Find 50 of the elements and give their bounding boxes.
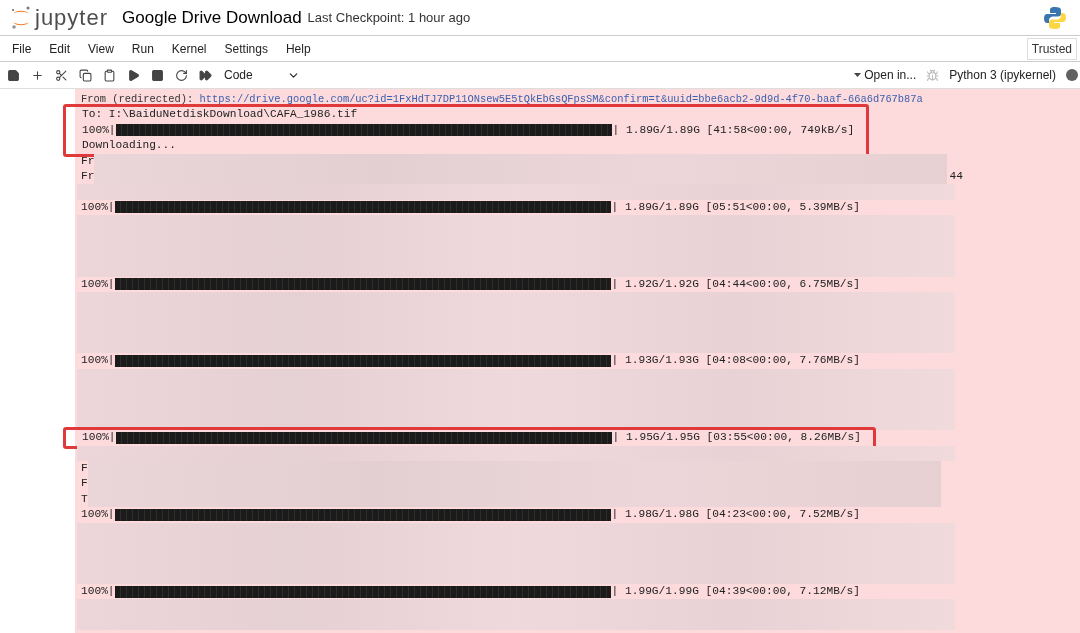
- progress-stats: | 1.92G/1.92G [04:44<00:00, 6.75MB/s]: [611, 276, 860, 292]
- fast-forward-icon[interactable]: [199, 68, 212, 82]
- progress-stats: | 1.95G/1.95G [03:55<00:00, 8.26MB/s]: [612, 430, 861, 446]
- output-line: To: I:\BaiduNetdiskDownload\CAFA_1986.tif: [82, 108, 358, 121]
- jupyter-logo-icon: [10, 4, 32, 31]
- open-in-button[interactable]: Open in...: [854, 66, 917, 84]
- save-icon[interactable]: [7, 68, 20, 82]
- output-line: From (redirected): https://drive.google.com/uc?id=1FxHdTJ7DP11ONsew5E5tQkEbGsQFpsSM&confirm=t&uuid=bbe6acb2-9d9d-4f70-baaf-66a6d767b87a: [81, 93, 923, 105]
- menu-item[interactable]: View: [79, 39, 123, 58]
- menu-item[interactable]: Help: [276, 39, 320, 58]
- progress-percent: 100%|: [81, 507, 115, 523]
- copy-icon[interactable]: [79, 68, 92, 82]
- output-line: Downloading...: [82, 139, 176, 152]
- progress-percent: 100%|: [82, 430, 116, 446]
- menu-item[interactable]: Settings: [215, 39, 277, 58]
- output-line: F: [81, 476, 88, 492]
- output-line: F: [81, 461, 88, 476]
- progress-percent: 100%|: [81, 199, 115, 215]
- stop-icon[interactable]: [151, 68, 164, 82]
- menu-item[interactable]: Edit: [40, 39, 80, 58]
- progress-percent: 100%|: [81, 276, 115, 292]
- clipboard-icon[interactable]: [103, 68, 116, 82]
- restart-icon[interactable]: [175, 68, 188, 82]
- drive-link[interactable]: https://drive.google.com/uc?id=1FxHdTJ7DP11ONsew5E5tQkEbGsQFpsSM&confirm=t&uuid=bbe6acb2-9d9d-4f70-baaf-66a6d767b87a: [199, 93, 923, 105]
- progress-stats: | 1.89G/1.89G [41:58<00:00, 749kB/s]: [612, 122, 855, 138]
- cell-type-select[interactable]: Code: [224, 66, 300, 84]
- output-line: 44: [949, 168, 963, 184]
- notebook-title[interactable]: Google Drive Download: [122, 4, 302, 31]
- output-line: Fr: [81, 153, 95, 169]
- scissors-icon[interactable]: [55, 68, 68, 82]
- progress-percent: 100%|: [81, 584, 115, 599]
- output-line: T: [81, 491, 88, 507]
- progress-stats: | 1.89G/1.89G [05:51<00:00, 5.39MB/s]: [611, 199, 860, 215]
- play-icon[interactable]: [127, 68, 140, 82]
- plus-icon[interactable]: [31, 68, 44, 82]
- menu-item[interactable]: Run: [122, 39, 163, 58]
- python-logo-icon: [1044, 5, 1066, 30]
- progress-percent: 100%|: [82, 122, 116, 138]
- checkpoint-status: Last Checkpoint: 1 hour ago: [307, 8, 471, 27]
- jupyter-wordmark: jupyter: [35, 4, 109, 32]
- output-line: Fr: [81, 168, 95, 184]
- menu-item[interactable]: File: [3, 39, 41, 58]
- trusted-button[interactable]: Trusted: [1026, 37, 1077, 60]
- kernel-name[interactable]: Python 3 (ipykernel): [949, 66, 1056, 84]
- progress-percent: 100%|: [81, 353, 115, 369]
- progress-stats: | 1.98G/1.98G [04:23<00:00, 7.52MB/s]: [611, 507, 860, 523]
- menu-item[interactable]: Kernel: [162, 39, 216, 58]
- progress-stats: | 1.93G/1.93G [04:08<00:00, 7.76MB/s]: [611, 353, 860, 369]
- progress-stats: | 1.99G/1.99G [04:39<00:00, 7.12MB/s]: [611, 584, 860, 599]
- caret-icon: [854, 73, 862, 77]
